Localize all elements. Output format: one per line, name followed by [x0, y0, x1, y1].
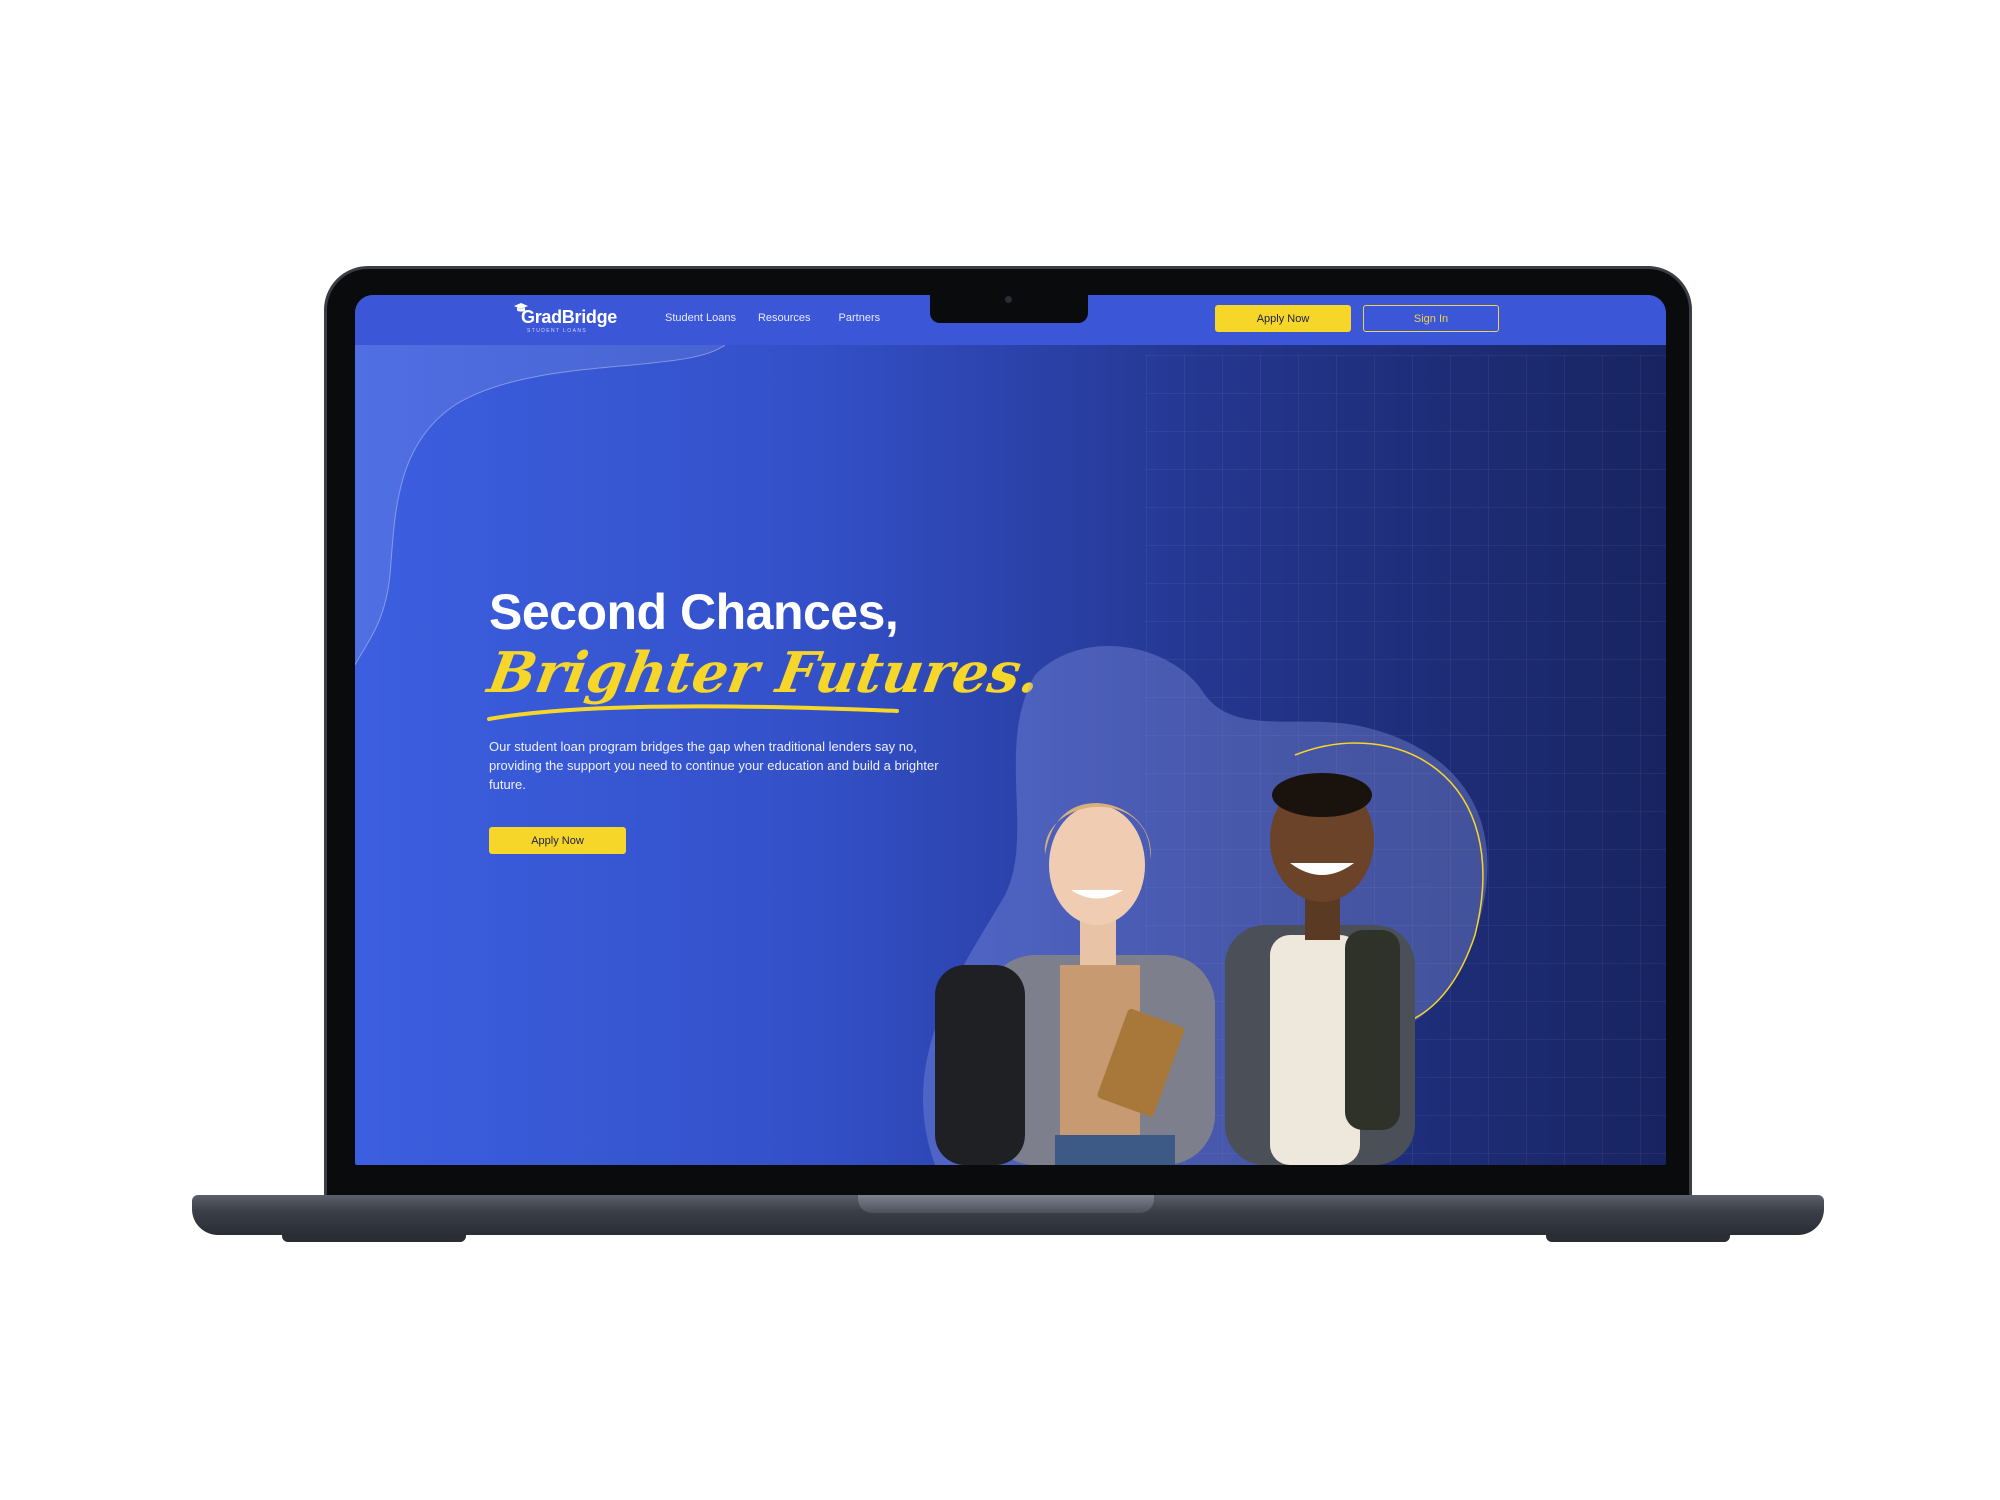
nav-link-student-loans[interactable]: Student Loans — [665, 312, 736, 324]
brand-logo[interactable]: GradBridge STUDENT LOANS — [514, 303, 618, 334]
brand-tagline: STUDENT LOANS — [527, 328, 588, 334]
nav-link-resources[interactable]: Resources — [758, 312, 811, 324]
camera-dot — [1005, 296, 1012, 303]
hero-apply-now-button[interactable]: Apply Now — [489, 827, 626, 854]
script-underline — [487, 704, 899, 721]
sign-in-button[interactable]: Sign In — [1363, 305, 1499, 332]
nav-links: Student Loans Resources Partners — [665, 312, 880, 324]
brand-name: GradBridge — [521, 307, 618, 327]
laptop-foot-right — [1546, 1234, 1730, 1242]
laptop-foot-left — [282, 1234, 466, 1242]
students-photo — [923, 646, 1488, 1165]
hero-headline: Second Chances, — [489, 584, 899, 640]
graduation-cap-icon — [514, 303, 528, 312]
nav-apply-now-button[interactable]: Apply Now — [1215, 305, 1351, 332]
website-screen: GradBridge STUDENT LOANS Student Loans R… — [355, 295, 1666, 1165]
nav-link-partners[interactable]: Partners — [839, 312, 881, 324]
laptop-hinge — [858, 1195, 1154, 1213]
